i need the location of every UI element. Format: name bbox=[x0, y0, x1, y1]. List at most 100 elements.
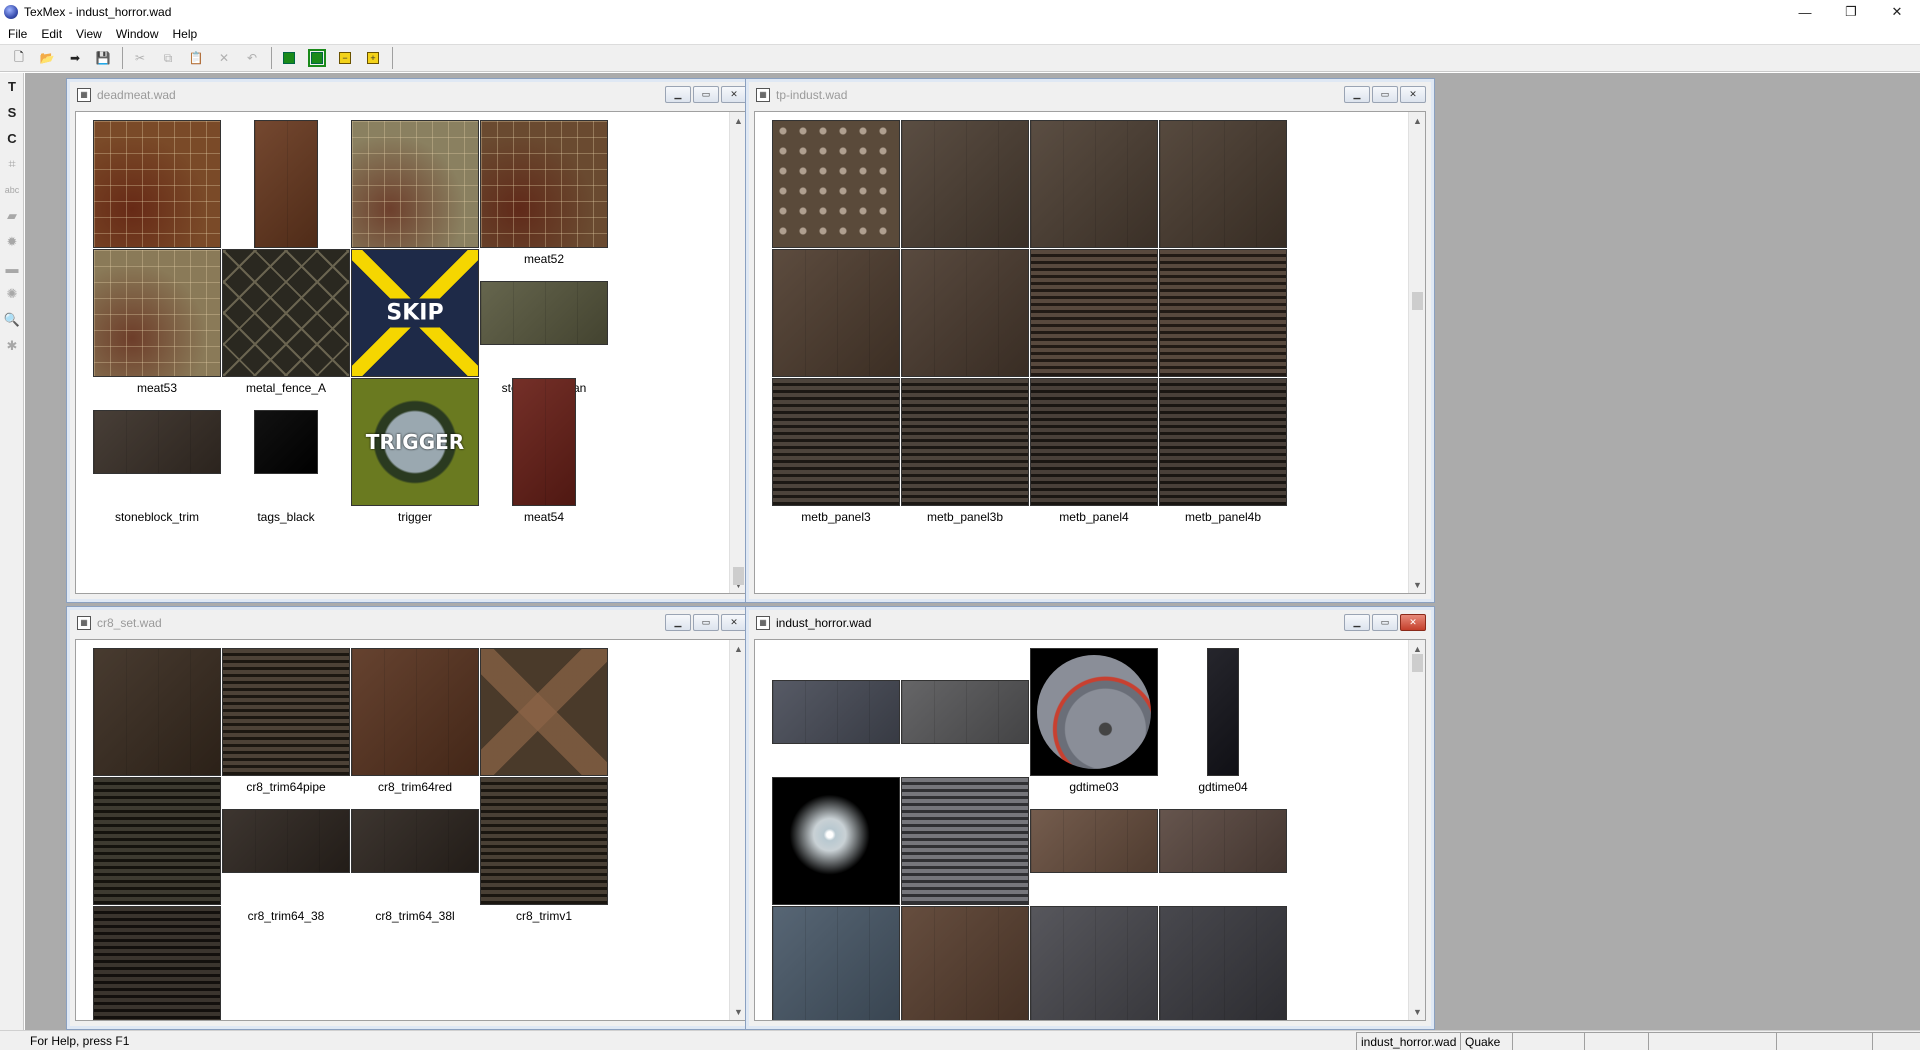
child-maximize-button[interactable]: ▭ bbox=[693, 86, 719, 103]
texture-tile[interactable] bbox=[78, 902, 236, 1020]
toolbar-separator bbox=[392, 47, 393, 69]
menu-window[interactable]: Window bbox=[109, 27, 166, 41]
child-close-button[interactable]: ✕ bbox=[1400, 86, 1426, 103]
child-maximize-button[interactable]: ▭ bbox=[1372, 614, 1398, 631]
texture-thumbnail bbox=[351, 648, 479, 776]
texture-name: meat54 bbox=[523, 510, 565, 524]
scroll-thumb[interactable] bbox=[733, 567, 744, 585]
texture-thumbnail bbox=[93, 410, 221, 474]
scroll-thumb[interactable] bbox=[1412, 654, 1423, 672]
restore-button[interactable]: ❐ bbox=[1828, 0, 1874, 24]
close-button[interactable]: ✕ bbox=[1874, 0, 1920, 24]
child-title-bar[interactable]: ▦ deadmeat.wad ▁ ▭ ✕ bbox=[71, 83, 751, 107]
wad-window-tp-indust[interactable]: ▦ tp-indust.wad ▁▭✕ metb_light3metb_mach1me… bbox=[745, 78, 1435, 603]
abc-icon[interactable]: abc bbox=[0, 177, 24, 203]
texture-thumbnail bbox=[93, 777, 221, 905]
figure-icon[interactable]: ✱ bbox=[0, 333, 24, 359]
texture-thumbnail bbox=[1159, 906, 1287, 1020]
burst-icon[interactable]: ✺ bbox=[0, 281, 24, 307]
status-pane-empty-3 bbox=[1648, 1031, 1776, 1050]
texture-thumbnail bbox=[93, 906, 221, 1020]
paste-icon[interactable]: 📋 bbox=[185, 47, 207, 69]
cut-icon[interactable]: ✂ bbox=[129, 47, 151, 69]
vertical-scrollbar[interactable]: ▲▼ bbox=[1408, 640, 1425, 1020]
zoom-out-icon[interactable]: − bbox=[334, 47, 356, 69]
fit-icon[interactable] bbox=[278, 47, 300, 69]
texture-thumbnail bbox=[480, 281, 608, 345]
wad-window-deadmeat[interactable]: ▦ deadmeat.wad ▁▭✕ meat49meat50meat51meat52… bbox=[66, 78, 756, 603]
child-close-button[interactable]: ✕ bbox=[1400, 614, 1426, 631]
child-minimize-button[interactable]: ▁ bbox=[665, 86, 691, 103]
export-arrow-icon[interactable]: ➡ bbox=[64, 47, 86, 69]
open-icon[interactable]: 📂 bbox=[36, 47, 58, 69]
texture-thumbnail bbox=[901, 120, 1029, 248]
texture-browser[interactable]: cr8_trim64dcr8_trim64pipecr8_trim64redcr… bbox=[75, 639, 747, 1021]
child-title-bar[interactable]: ▦ tp-indust.wad ▁ ▭ ✕ bbox=[750, 83, 1430, 107]
texture-thumbnail bbox=[1207, 648, 1239, 776]
new-icon[interactable]: 🗋 bbox=[8, 47, 30, 69]
wad-window-cr8_set[interactable]: ▦ cr8_set.wad ▁▭✕ cr8_trim64dcr8_trim64pipe… bbox=[66, 606, 756, 1030]
texture-browser[interactable]: gdtime01gdtime02gdtime03gdtime04gdtime05… bbox=[754, 639, 1426, 1021]
menu-view[interactable]: View bbox=[69, 27, 109, 41]
round-hatch-graphic bbox=[1037, 655, 1151, 769]
child-minimize-button[interactable]: ▁ bbox=[1344, 614, 1370, 631]
crop-icon[interactable]: ⌗ bbox=[0, 151, 24, 177]
texture-thumbnail bbox=[351, 809, 479, 873]
texture-thumbnail bbox=[254, 410, 318, 474]
vertical-scrollbar[interactable]: ▲▼ bbox=[729, 112, 746, 593]
texture-thumbnail bbox=[93, 249, 221, 377]
texture-browser[interactable]: meat49meat50meat51meat52meat53metal_fenc… bbox=[75, 111, 747, 594]
texture-thumbnail: SKIP bbox=[351, 249, 479, 377]
copy-icon[interactable]: ⧉ bbox=[157, 47, 179, 69]
gear-icon[interactable]: ✹ bbox=[0, 229, 24, 255]
vertical-scrollbar[interactable]: ▲▼ bbox=[1408, 112, 1425, 593]
filter-icon[interactable]: ▬ bbox=[0, 255, 24, 281]
texture-thumbnail bbox=[1159, 249, 1287, 377]
c-tool-icon[interactable]: C bbox=[0, 125, 24, 151]
texture-thumbnail bbox=[772, 378, 900, 506]
menu-file[interactable]: File bbox=[0, 27, 34, 41]
texture-tile[interactable] bbox=[1144, 902, 1302, 1020]
texture-name: cr8_trimv1 bbox=[515, 909, 572, 923]
toolbar: 🗋 📂 ➡ 💾 ✂ ⧉ 📋 ✕ ↶ − + bbox=[0, 44, 1920, 72]
fit-window-icon[interactable] bbox=[306, 47, 328, 69]
zoom-icon[interactable]: 🔍 bbox=[0, 307, 24, 333]
texture-thumbnail bbox=[1030, 906, 1158, 1020]
texture-tile[interactable]: cr8_trimv1 bbox=[465, 773, 623, 931]
text-tool-icon[interactable]: T bbox=[0, 73, 24, 99]
child-title-bar[interactable]: ▦ cr8_set.wad ▁ ▭ ✕ bbox=[71, 611, 751, 635]
child-minimize-button[interactable]: ▁ bbox=[1344, 86, 1370, 103]
texture-tile[interactable]: metb_panel4b bbox=[1144, 374, 1302, 532]
child-maximize-button[interactable]: ▭ bbox=[1372, 86, 1398, 103]
status-pane-empty-4 bbox=[1776, 1031, 1872, 1050]
zoom-in-icon[interactable]: + bbox=[362, 47, 384, 69]
menu-help[interactable]: Help bbox=[166, 27, 205, 41]
child-window-title: tp-indust.wad bbox=[776, 88, 848, 102]
save-icon[interactable]: 💾 bbox=[92, 47, 114, 69]
scroll-down-arrow-icon[interactable]: ▼ bbox=[1409, 576, 1425, 593]
texture-name: metb_panel4b bbox=[1184, 510, 1262, 524]
scroll-down-arrow-icon[interactable]: ▼ bbox=[1409, 1003, 1425, 1020]
child-close-button[interactable]: ✕ bbox=[721, 86, 747, 103]
title-bar: TexMex - indust_horror.wad — ❐ ✕ bbox=[0, 0, 1920, 24]
child-minimize-button[interactable]: ▁ bbox=[665, 614, 691, 631]
minimize-button[interactable]: — bbox=[1782, 0, 1828, 24]
child-title-bar[interactable]: ▦ indust_horror.wad ▁ ▭ ✕ bbox=[750, 611, 1430, 635]
wad-doc-icon: ▦ bbox=[77, 88, 91, 102]
texture-tile[interactable]: meat54 bbox=[465, 374, 623, 532]
texture-thumbnail bbox=[1030, 120, 1158, 248]
stamp-icon[interactable]: ▰ bbox=[0, 203, 24, 229]
s-tool-icon[interactable]: S bbox=[0, 99, 24, 125]
texture-browser[interactable]: metb_light3metb_mach1metb_mach1bmetb_mac… bbox=[754, 111, 1426, 594]
wad-doc-icon: ▦ bbox=[756, 88, 770, 102]
menu-edit[interactable]: Edit bbox=[34, 27, 69, 41]
wad-window-indust_horror[interactable]: ▦ indust_horror.wad ▁▭✕ gdtime01gdtime02gdt… bbox=[745, 606, 1435, 1030]
scroll-thumb[interactable] bbox=[1412, 292, 1423, 310]
vertical-scrollbar[interactable]: ▲▼ bbox=[729, 640, 746, 1020]
scroll-up-arrow-icon[interactable]: ▲ bbox=[1409, 112, 1425, 129]
child-close-button[interactable]: ✕ bbox=[721, 614, 747, 631]
undo-icon[interactable]: ↶ bbox=[241, 47, 263, 69]
child-maximize-button[interactable]: ▭ bbox=[693, 614, 719, 631]
texture-thumbnail bbox=[1159, 120, 1287, 248]
delete-icon[interactable]: ✕ bbox=[213, 47, 235, 69]
